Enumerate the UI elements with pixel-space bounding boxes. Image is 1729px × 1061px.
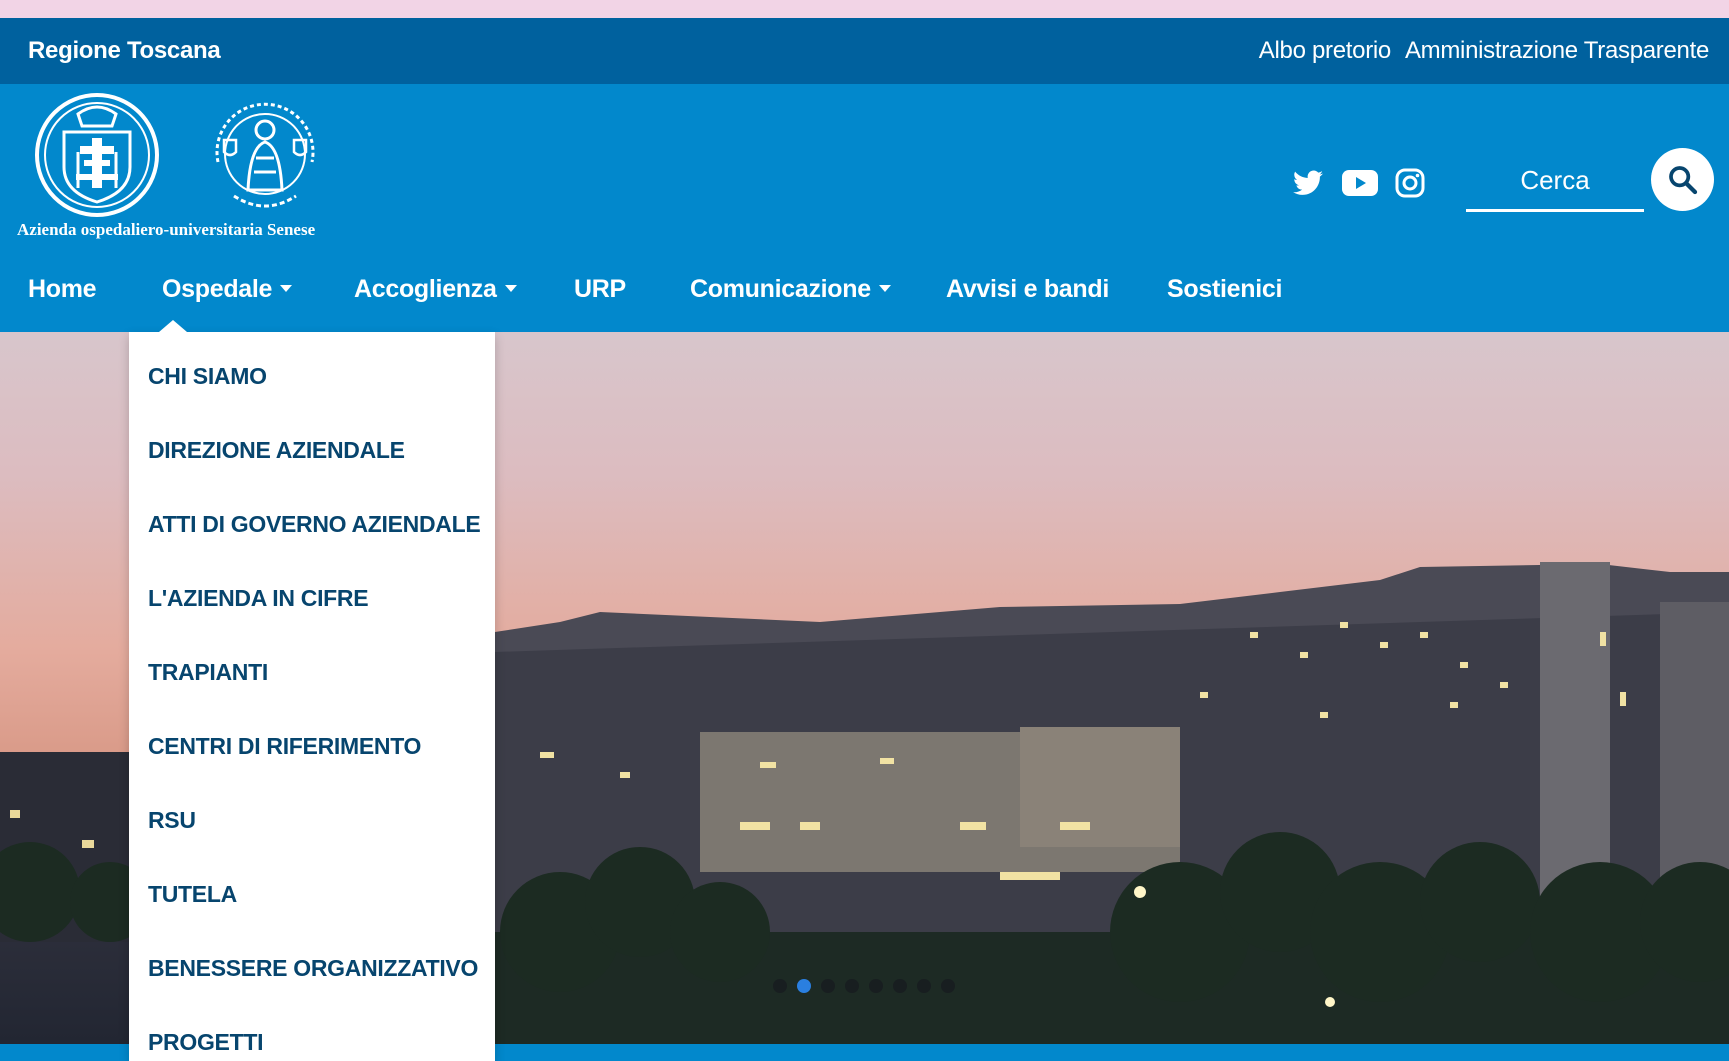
amministrazione-trasparente-link[interactable]: Amministrazione Trasparente (1405, 18, 1709, 84)
site-header: Azienda ospedaliero-universitaria Senese… (0, 84, 1729, 332)
search-field-wrapper (1466, 152, 1644, 212)
main-nav: Home Ospedale Accoglienza URP Comunicazi… (0, 246, 1729, 332)
youtube-icon[interactable] (1341, 166, 1379, 200)
menu-item-azienda-in-cifre[interactable]: L'AZIENDA IN CIFRE (148, 578, 369, 618)
menu-item-tutela[interactable]: TUTELA (148, 874, 237, 914)
search-icon (1668, 165, 1697, 194)
carousel-dot-6[interactable] (893, 979, 907, 993)
menu-item-atti-di-governo[interactable]: ATTI DI GOVERNO AZIENDALE (148, 504, 481, 544)
carousel-dot-7[interactable] (917, 979, 931, 993)
carousel-dot-3[interactable] (821, 979, 835, 993)
carousel-indicators (773, 979, 955, 993)
carousel-dot-2[interactable] (797, 979, 811, 993)
search-button[interactable] (1651, 148, 1714, 211)
top-bar: Regione Toscana Albo pretorio Amministra… (0, 18, 1729, 84)
carousel-dot-5[interactable] (869, 979, 883, 993)
search-input[interactable] (1466, 152, 1644, 209)
menu-item-rsu[interactable]: RSU (148, 800, 196, 840)
instagram-icon[interactable] (1393, 166, 1427, 200)
menu-item-progetti[interactable]: PROGETTI (148, 1022, 263, 1061)
nav-avvisi-e-bandi[interactable]: Avvisi e bandi (946, 246, 1109, 332)
nav-home[interactable]: Home (28, 246, 97, 332)
chevron-down-icon (878, 284, 891, 292)
menu-item-direzione-aziendale[interactable]: DIREZIONE AZIENDALE (148, 430, 405, 470)
carousel-dot-8[interactable] (941, 979, 955, 993)
nav-accoglienza[interactable]: Accoglienza (354, 246, 517, 332)
chevron-down-icon (504, 284, 517, 292)
menu-item-trapianti[interactable]: TRAPIANTI (148, 652, 268, 692)
twitter-icon[interactable] (1291, 166, 1325, 200)
carousel-dot-4[interactable] (845, 979, 859, 993)
nav-urp[interactable]: URP (574, 246, 626, 332)
carousel-dot-1[interactable] (773, 979, 787, 993)
university-seal-logo[interactable] (204, 92, 326, 218)
nav-sostienici[interactable]: Sostienici (1167, 246, 1282, 332)
menu-item-benessere-organizzativo[interactable]: BENESSERE ORGANIZZATIVO (148, 948, 478, 988)
logo-caption: Azienda ospedaliero-universitaria Senese (17, 220, 316, 239)
regione-toscana-link[interactable]: Regione Toscana (28, 18, 221, 84)
hospital-seal-logo[interactable] (34, 92, 160, 218)
albo-pretorio-link[interactable]: Albo pretorio (1259, 18, 1391, 84)
ospedale-dropdown-menu: CHI SIAMO DIREZIONE AZIENDALE ATTI DI GO… (129, 320, 495, 1061)
menu-item-centri-di-riferimento[interactable]: CENTRI DI RIFERIMENTO (148, 726, 421, 766)
chevron-down-icon (280, 284, 293, 292)
top-links: Albo pretorio Amministrazione Trasparent… (1259, 18, 1710, 84)
nav-comunicazione[interactable]: Comunicazione (690, 246, 891, 332)
menu-item-chi-siamo[interactable]: CHI SIAMO (148, 356, 267, 396)
